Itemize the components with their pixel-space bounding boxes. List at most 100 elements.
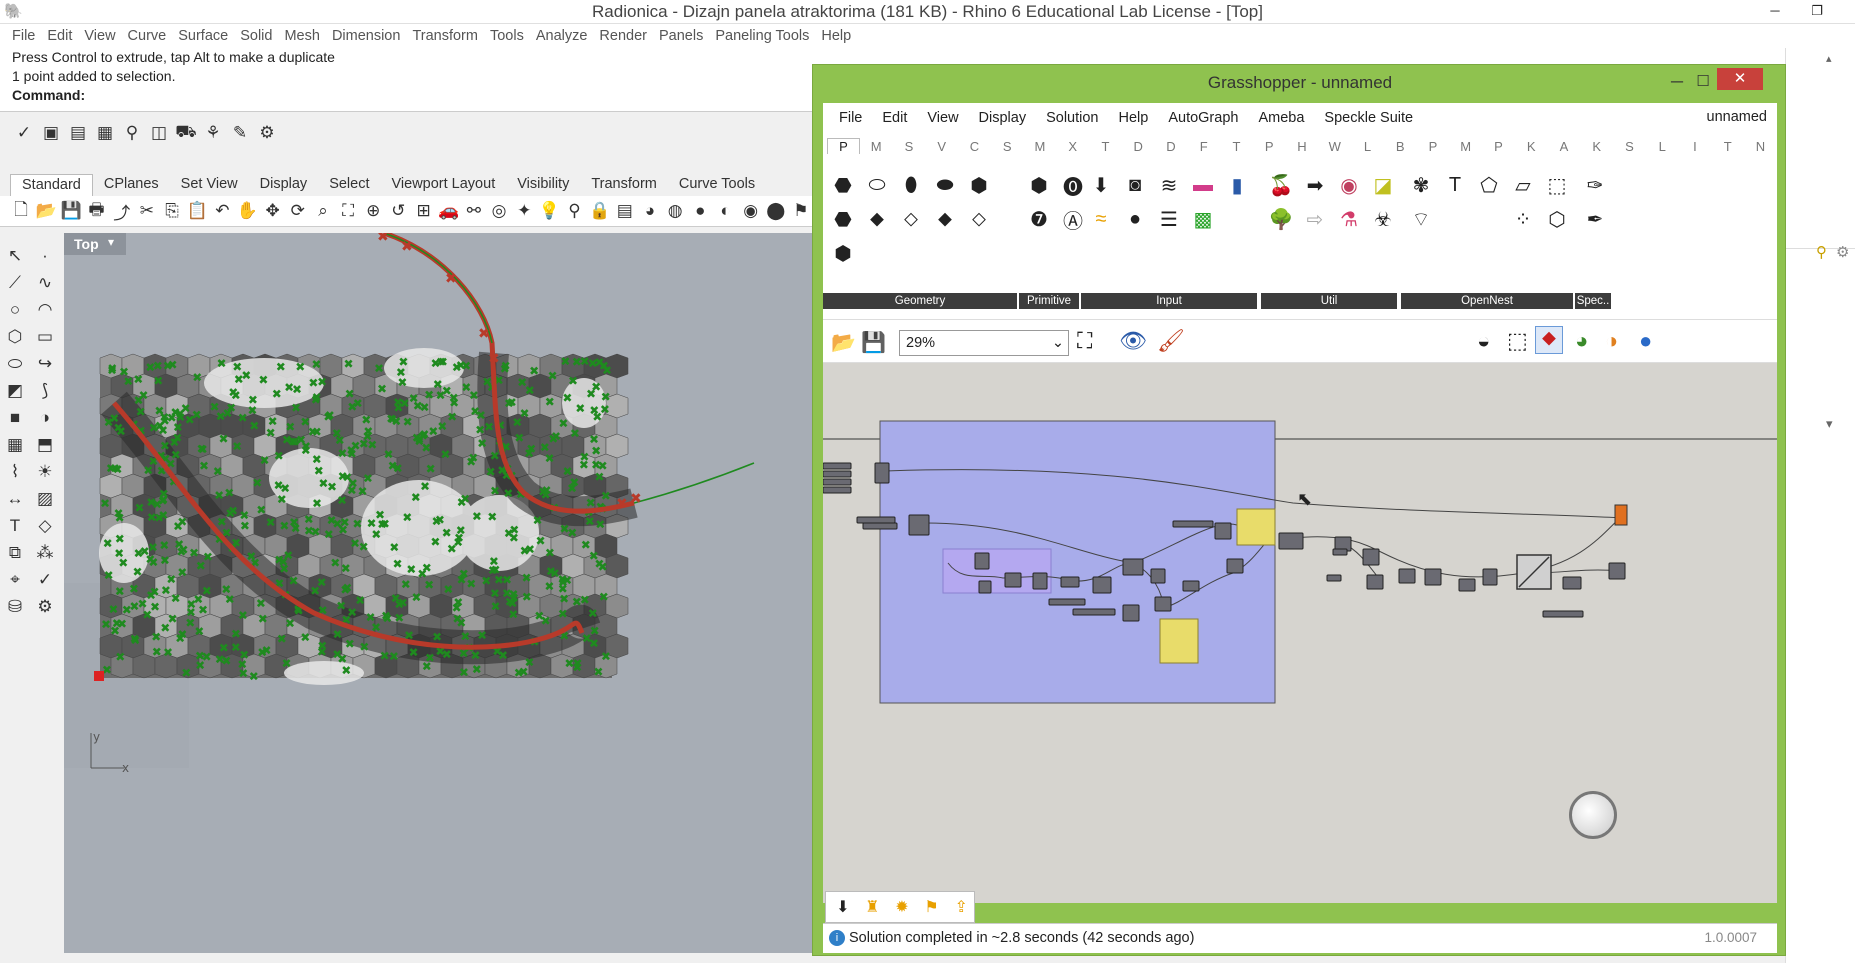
tab-cplanes[interactable]: CPlanes (93, 174, 170, 196)
gh-tab[interactable]: C (958, 139, 991, 154)
gh-tab[interactable]: L (1646, 139, 1679, 154)
light-icon[interactable]: ☀ (33, 460, 57, 484)
gh-param-icon[interactable]: ❼ (1023, 203, 1055, 235)
menu-curve[interactable]: Curve (122, 28, 173, 44)
minimize-button[interactable]: ─ (1755, 0, 1795, 24)
gh-menu-ameba[interactable]: Ameba (1248, 110, 1314, 126)
gh-tab[interactable]: S (1613, 139, 1646, 154)
gh-component[interactable] (1122, 558, 1144, 576)
gh-tab[interactable]: X (1056, 139, 1089, 154)
shaded-preview-icon[interactable]: ⬥ (1535, 326, 1563, 354)
lock-icon[interactable]: 🔒 (589, 199, 611, 223)
tab-standard[interactable]: Standard (10, 174, 93, 196)
zoom-window-icon[interactable]: ⌕ (312, 199, 334, 223)
menu-mesh[interactable]: Mesh (278, 28, 325, 44)
tab-select[interactable]: Select (318, 174, 380, 196)
fillet-icon[interactable]: ↪ (33, 352, 57, 376)
chevron-down-icon[interactable]: ▾ (108, 235, 114, 249)
gh-component[interactable] (1398, 568, 1416, 584)
tab-curve-tools[interactable]: Curve Tools (668, 174, 766, 196)
gh-tab[interactable]: A (1548, 139, 1581, 154)
gh-component[interactable] (1004, 572, 1022, 588)
bulb-icon[interactable]: 💡 (538, 199, 560, 223)
gear-icon[interactable]: ⚙ (1836, 243, 1849, 261)
search-icon[interactable]: ⚲ (1816, 243, 1827, 261)
preview-eye-icon[interactable]: 👁 (1119, 328, 1147, 354)
snap-icon[interactable]: ⚯ (463, 199, 485, 223)
new-file-icon[interactable]: 🗋 (10, 199, 32, 223)
gh-component[interactable] (1362, 548, 1380, 566)
gh-component[interactable] (1048, 598, 1086, 606)
target-icon[interactable]: ◎ (488, 199, 510, 223)
polyline-icon[interactable]: ⟋ (3, 271, 27, 295)
gh-menu-edit[interactable]: Edit (872, 110, 917, 126)
rectangle-icon[interactable]: ▭ (33, 325, 57, 349)
cube-icon[interactable]: ◫ (147, 121, 171, 145)
move-icon[interactable]: ✥ (262, 199, 284, 223)
gh-tab[interactable]: T (1220, 139, 1253, 154)
menu-edit[interactable]: Edit (41, 28, 78, 44)
gh-input-icon[interactable]: ◙ (1119, 169, 1151, 201)
material-icon[interactable]: ◕ (639, 199, 661, 223)
ellipse-icon[interactable]: ⬭ (3, 352, 27, 376)
menu-analyze[interactable]: Analyze (530, 28, 594, 44)
point-icon[interactable]: · (33, 244, 57, 268)
gh-util-icon[interactable]: ◉ (1333, 169, 1365, 201)
preview-selected-icon[interactable]: ◕ (1575, 328, 1588, 354)
gh-input-icon[interactable]: ☰ (1153, 203, 1185, 235)
gh-param-icon[interactable]: ⬣ (827, 203, 859, 235)
gh-tab[interactable]: M (1449, 139, 1482, 154)
gh-menu-display[interactable]: Display (969, 110, 1037, 126)
viewport-top[interactable]: ✖ ✖ ✖ ✖ ✖ ✖ ✖ ✖ ✖ ✖ ✖ ✖ ✖ ✖ ✖ ✖ ✖ ✖ ✖ ✖ ✖ ✖ ✖ ✖ ✖ ✖ ✖ ✖ ✖ ✖ ✖ ✖ ✖ ✖ ✖ ✖ ✖ ✖ ✖ ✖… (64, 233, 812, 953)
gh-tab[interactable]: P (1482, 139, 1515, 154)
gh-component[interactable] (874, 462, 890, 484)
color-wheel-icon[interactable]: ◍ (664, 199, 686, 223)
mesh-icon[interactable]: ▦ (3, 433, 27, 457)
paint-icon[interactable]: ⛁ (3, 595, 27, 619)
gh-component[interactable] (908, 514, 930, 536)
sketch-brush-icon[interactable]: 🖌 (1157, 328, 1185, 354)
group-icon[interactable]: ⧉ (3, 541, 27, 565)
export-icon[interactable]: ⤴ (111, 199, 133, 223)
copy-icon[interactable]: ⎘ (161, 199, 183, 223)
save-icon[interactable]: 💾 (861, 330, 886, 355)
gh-param-icon[interactable]: ⬢ (1023, 169, 1055, 201)
gh-tab[interactable]: F (1187, 139, 1220, 154)
gh-param-icon[interactable]: ⬢ (827, 237, 859, 269)
hatch-icon[interactable]: ▨ (33, 487, 57, 511)
zoom-selected-icon[interactable]: ⊕ (362, 199, 384, 223)
layer-stack-icon[interactable]: ▤ (614, 199, 636, 223)
gh-tab[interactable]: L (1351, 139, 1384, 154)
gh-tab[interactable]: D (1122, 139, 1155, 154)
select-arrow-icon[interactable]: ↖ (3, 244, 27, 268)
arrow-icon[interactable]: ➡ (1299, 169, 1331, 201)
sphere-icon[interactable]: ● (1639, 328, 1652, 354)
gh-group-label[interactable]: Spec.. (1575, 293, 1611, 309)
gh-nest-icon[interactable]: T (1439, 169, 1471, 201)
tab-set-view[interactable]: Set View (170, 174, 249, 196)
star-icon[interactable]: ✦ (513, 199, 535, 223)
render-sphere-icon[interactable]: ◉ (740, 199, 762, 223)
gh-nest-icon[interactable]: ⬚ (1541, 169, 1573, 201)
gh-tab[interactable]: N (1744, 139, 1777, 154)
gh-group-label[interactable]: Input (1081, 293, 1257, 309)
component-group[interactable] (879, 420, 1276, 704)
gh-component[interactable] (856, 516, 896, 524)
tab-viewport-layout[interactable]: Viewport Layout (381, 174, 507, 196)
orange-output-param[interactable] (1614, 504, 1628, 526)
cut-icon[interactable]: ✂ (136, 199, 158, 223)
gh-group-label[interactable]: OpenNest (1401, 293, 1573, 309)
gh-component[interactable] (823, 478, 852, 486)
menu-view[interactable]: View (78, 28, 121, 44)
gh-component[interactable] (1092, 576, 1112, 594)
menu-tools[interactable]: Tools (484, 28, 530, 44)
menu-file[interactable]: File (6, 28, 41, 44)
zoom-extents-icon[interactable]: ⛶ (337, 199, 359, 223)
pipe-icon[interactable]: ⌇ (3, 460, 27, 484)
gh-nest-icon[interactable]: ⁘ (1507, 203, 1539, 235)
flag-icon[interactable]: ⚑ (919, 891, 945, 923)
gh-tab[interactable]: M (860, 139, 893, 154)
cherry-icon[interactable]: 🍒 (1265, 169, 1297, 201)
gh-param-icon[interactable]: ⬭ (861, 169, 893, 201)
gh-component[interactable] (1366, 574, 1384, 590)
